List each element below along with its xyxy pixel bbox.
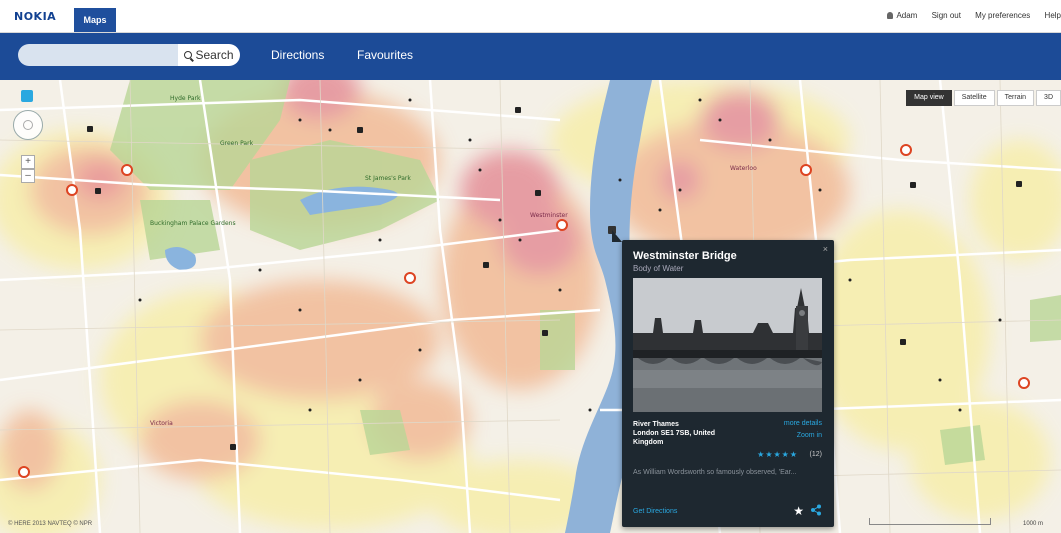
person-icon [887, 12, 894, 19]
place-photo[interactable] [633, 278, 822, 412]
zoom-in-link[interactable]: Zoom in [797, 432, 822, 439]
satellite-button[interactable]: Satellite [953, 90, 995, 106]
sign-out-link[interactable]: Sign out [932, 11, 961, 20]
favourites-link[interactable]: Favourites [357, 48, 413, 62]
rating-count: (12) [809, 451, 822, 458]
pan-control[interactable] [13, 110, 43, 140]
search-icon [184, 51, 193, 59]
address-line-1: River Thames [633, 421, 679, 428]
rating-stars[interactable]: ★★★★★ [757, 450, 798, 459]
map-view-button[interactable]: Map view [906, 90, 952, 106]
get-directions-link[interactable]: Get Directions [633, 508, 677, 515]
user-link[interactable]: Adam [887, 11, 917, 20]
place-category: Body of Water [633, 264, 684, 273]
more-details-link[interactable]: more details [784, 420, 822, 427]
map-canvas[interactable]: Hyde Park Green Park St James's Park Buc… [0, 80, 1061, 533]
search-bar: Search Directions Favourites [0, 33, 1061, 80]
address-line-2: London SE1 7SB, United Kingdom [633, 430, 716, 446]
terrain-button[interactable]: Terrain [996, 90, 1035, 106]
preferences-link[interactable]: My preferences [975, 11, 1030, 20]
nokia-logo[interactable]: NOKIA [14, 10, 56, 23]
view-switcher: Map view Satellite Terrain 3D [904, 90, 1061, 106]
place-info-card: × Westminster Bridge Body of Water River… [612, 230, 834, 527]
favourite-star-icon[interactable]: ★ [793, 504, 804, 518]
help-link[interactable]: Help [1045, 11, 1061, 20]
place-label: Green Park [220, 140, 254, 147]
place-label: Hyde Park [170, 95, 201, 102]
layers-button[interactable] [21, 90, 33, 102]
directions-link[interactable]: Directions [271, 48, 324, 62]
place-label: Buckingham Palace Gardens [150, 220, 236, 227]
top-bar: NOKIA Maps Adam Sign out My preferences … [0, 0, 1061, 33]
zoom-out-button[interactable]: – [21, 169, 35, 183]
search-input[interactable] [18, 44, 178, 66]
place-label: Waterloo [730, 165, 757, 172]
place-label: Victoria [150, 420, 173, 427]
scale-label: 1000 m [1022, 521, 1043, 527]
user-menu: Adam Sign out My preferences Help [887, 11, 1061, 20]
place-address: River Thames London SE1 7SB, United King… [633, 420, 733, 447]
place-label: Westminster [530, 212, 568, 219]
map-base: Hyde Park Green Park St James's Park Buc… [0, 80, 1061, 533]
westminster-photo-image [633, 278, 822, 412]
search-button[interactable]: Search [178, 44, 240, 66]
close-icon[interactable]: × [823, 244, 828, 254]
place-label: St James's Park [365, 175, 411, 182]
copyright-text: © HERE 2013 NAVTEQ © NPR [8, 521, 93, 527]
scale-bar [869, 518, 991, 525]
search-label: Search [195, 48, 234, 62]
place-title: Westminster Bridge [633, 250, 737, 262]
3d-button[interactable]: 3D [1036, 90, 1061, 106]
place-description: As William Wordsworth so famously observ… [633, 469, 797, 476]
zoom-in-button[interactable]: + [21, 155, 35, 169]
tab-maps[interactable]: Maps [74, 8, 116, 32]
share-icon[interactable] [810, 504, 822, 516]
